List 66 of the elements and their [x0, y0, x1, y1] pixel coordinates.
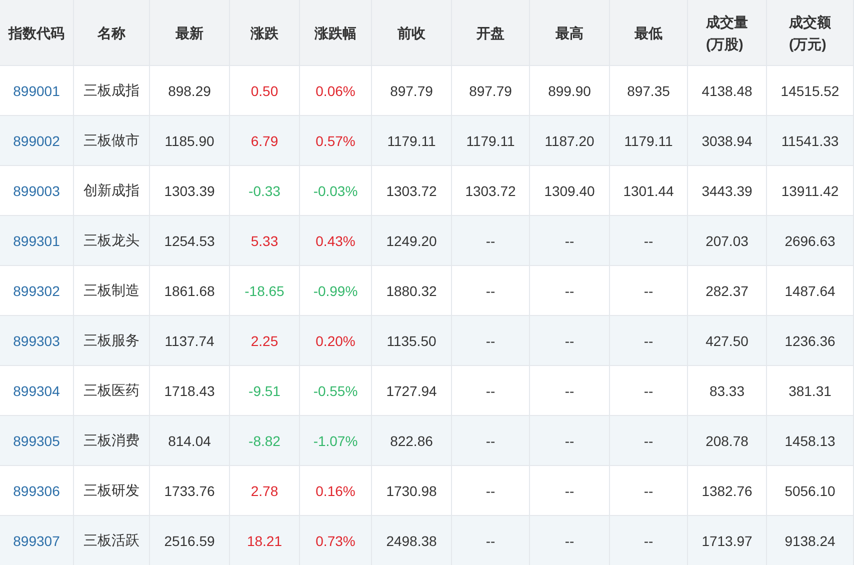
name-cell: 三板做市	[74, 115, 150, 165]
table-cell: --	[452, 515, 530, 565]
table-cell: --	[610, 415, 688, 465]
table-cell: --	[452, 315, 530, 365]
table-cell: 1713.97	[688, 515, 767, 565]
name-cell: 三板消费	[74, 415, 150, 465]
table-cell: --	[452, 215, 530, 265]
table-cell: 1185.90	[150, 115, 230, 165]
table-cell: --	[610, 315, 688, 365]
table-cell: 3038.94	[688, 115, 767, 165]
table-cell: 9138.24	[767, 515, 854, 565]
table-cell: 822.86	[372, 415, 452, 465]
table-cell: 1135.50	[372, 315, 452, 365]
column-header: 最新	[150, 0, 230, 65]
column-header: 涨跌	[230, 0, 300, 65]
table-cell: 1179.11	[452, 115, 530, 165]
name-cell: 三板活跃	[74, 515, 150, 565]
table-cell: 2516.59	[150, 515, 230, 565]
table-cell: --	[452, 415, 530, 465]
column-header: 开盘	[452, 0, 530, 65]
column-header: 成交量 (万股)	[688, 0, 767, 65]
table-cell: 1236.36	[767, 315, 854, 365]
change-cell: 5.33	[230, 215, 300, 265]
table-cell: 208.78	[688, 415, 767, 465]
percent-cell: -1.07%	[300, 415, 372, 465]
change-cell: 6.79	[230, 115, 300, 165]
column-header: 名称	[74, 0, 150, 65]
name-cell: 三板龙头	[74, 215, 150, 265]
table-cell: 1179.11	[372, 115, 452, 165]
table-cell: 1249.20	[372, 215, 452, 265]
table-cell: --	[530, 215, 610, 265]
table-cell: --	[610, 515, 688, 565]
table-cell: 427.50	[688, 315, 767, 365]
table-cell: 11541.33	[767, 115, 854, 165]
table-cell: 207.03	[688, 215, 767, 265]
column-header: 涨跌幅	[300, 0, 372, 65]
table-cell: 1187.20	[530, 115, 610, 165]
code-cell[interactable]: 899305	[0, 415, 74, 465]
change-cell: -8.82	[230, 415, 300, 465]
table-cell: 1458.13	[767, 415, 854, 465]
table-cell: 814.04	[150, 415, 230, 465]
table-cell: 2696.63	[767, 215, 854, 265]
table-cell: 1254.53	[150, 215, 230, 265]
column-header: 指数代码	[0, 0, 74, 65]
change-cell: 2.25	[230, 315, 300, 365]
column-header: 最低	[610, 0, 688, 65]
code-cell[interactable]: 899307	[0, 515, 74, 565]
code-cell[interactable]: 899002	[0, 115, 74, 165]
percent-cell: 0.73%	[300, 515, 372, 565]
name-cell: 三板服务	[74, 315, 150, 365]
change-cell: 18.21	[230, 515, 300, 565]
percent-cell: 0.57%	[300, 115, 372, 165]
table-cell: 1179.11	[610, 115, 688, 165]
table-cell: --	[610, 215, 688, 265]
column-header: 成交额 (万元)	[767, 0, 854, 65]
percent-cell: 0.20%	[300, 315, 372, 365]
percent-cell: 0.43%	[300, 215, 372, 265]
table-cell: 1137.74	[150, 315, 230, 365]
table-cell: --	[530, 415, 610, 465]
column-header: 最高	[530, 0, 610, 65]
column-header: 前收	[372, 0, 452, 65]
table-cell: 2498.38	[372, 515, 452, 565]
table-cell: --	[530, 315, 610, 365]
table-cell: --	[530, 515, 610, 565]
code-cell[interactable]: 899303	[0, 315, 74, 365]
code-cell[interactable]: 899301	[0, 215, 74, 265]
